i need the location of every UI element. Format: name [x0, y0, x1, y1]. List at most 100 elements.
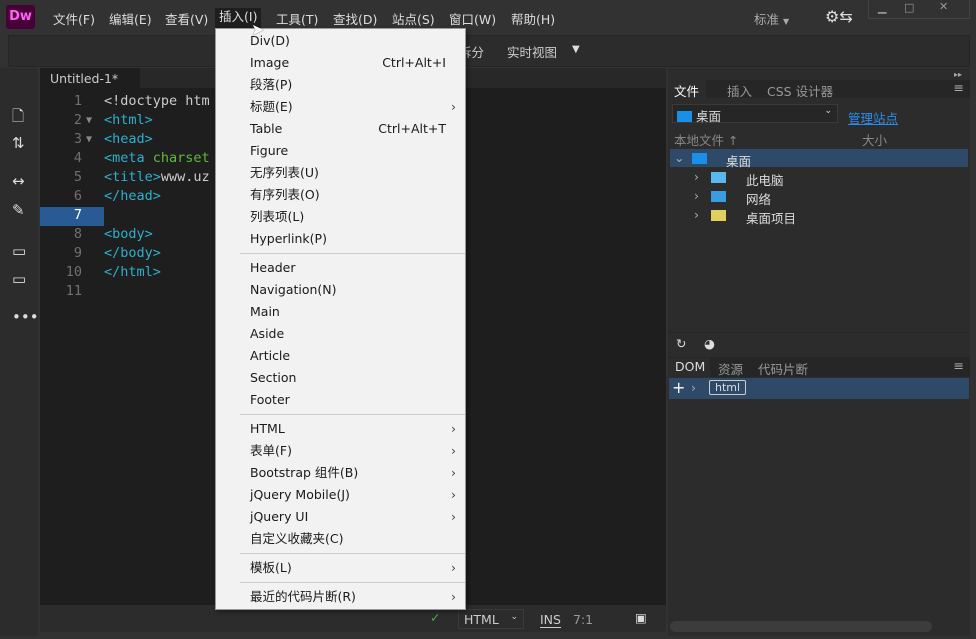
collapse-panels-icon[interactable]: ▸▸: [954, 70, 962, 79]
cursor-position: 7:1: [573, 612, 594, 627]
menu-item[interactable]: Figure: [250, 140, 462, 162]
live-view-button[interactable]: 实时视图: [507, 42, 557, 61]
menu-item[interactable]: 最近的代码片断(R) ›: [250, 586, 462, 608]
maximize-button[interactable]: □: [904, 1, 914, 14]
menu-item[interactable]: Div(D): [250, 30, 462, 52]
menu-item[interactable]: Aside: [250, 323, 462, 345]
document-tab[interactable]: Untitled-1* ×: [40, 68, 140, 101]
menu-8[interactable]: 帮助(H): [511, 9, 555, 28]
code-token: </html>: [104, 264, 161, 280]
dom-row[interactable]: + › html: [669, 378, 969, 399]
tree-item-label[interactable]: 桌面: [726, 151, 751, 170]
view-dropdown-icon[interactable]: ▼: [572, 44, 580, 55]
insert-mode[interactable]: INS: [540, 612, 561, 628]
dom-panel-menu-icon[interactable]: ≡: [954, 358, 964, 373]
open-documents-icon[interactable]: 🗋: [12, 106, 24, 131]
horizontal-scrollbar[interactable]: [670, 621, 932, 632]
menu-item[interactable]: Section: [250, 367, 462, 389]
menu-1[interactable]: 编辑(E): [109, 9, 152, 28]
menu-4[interactable]: 工具(T): [276, 9, 318, 28]
tab-css-designer[interactable]: CSS 设计器: [767, 81, 833, 100]
menu-item[interactable]: Footer: [250, 389, 462, 411]
submenu-arrow-icon: ›: [451, 560, 456, 575]
menu-2[interactable]: 查看(V): [165, 9, 208, 28]
file-management-icon[interactable]: ⇅: [12, 134, 25, 152]
menu-item[interactable]: 段落(P): [250, 74, 462, 96]
tree-item-label[interactable]: 桌面项目: [746, 208, 796, 227]
menu-item[interactable]: HTML ›: [250, 418, 462, 440]
menu-item[interactable]: Hyperlink(P): [250, 228, 462, 250]
minimize-button[interactable]: ▁: [878, 1, 886, 14]
menu-item[interactable]: 模板(L) ›: [250, 557, 462, 579]
menu-0[interactable]: 文件(F): [53, 9, 95, 28]
fold-icon[interactable]: ▼: [86, 134, 92, 145]
menu-5[interactable]: 查找(D): [333, 9, 377, 28]
dw-logo: Dw: [6, 5, 35, 29]
expand-icon[interactable]: ›: [691, 380, 696, 395]
close-window-button[interactable]: ✕: [939, 0, 948, 13]
workspace-switcher[interactable]: 标准 ▼: [754, 9, 789, 28]
tab-snippets[interactable]: 代码片断: [758, 359, 808, 378]
dom-node-html[interactable]: html: [709, 380, 747, 395]
submenu-arrow-icon: ›: [451, 589, 456, 604]
menu-item[interactable]: Table Ctrl+Alt+T: [250, 118, 462, 140]
manage-sites-link[interactable]: 管理站点: [848, 108, 898, 127]
more-tools-icon[interactable]: •••: [12, 308, 39, 326]
connect-remote-icon[interactable]: ◕: [704, 336, 715, 351]
menu-item[interactable]: 列表项(L): [250, 206, 462, 228]
menu-item[interactable]: Navigation(N): [250, 279, 462, 301]
menu-item[interactable]: 表单(F) ›: [250, 440, 462, 462]
add-element-icon[interactable]: +: [672, 378, 685, 397]
expand-icon[interactable]: ›: [694, 169, 699, 184]
code-line: <body>: [104, 226, 153, 242]
refresh-icon[interactable]: ↻: [676, 336, 686, 351]
menu-item-label: Main: [250, 304, 280, 319]
menu-item-label: Table: [250, 121, 283, 136]
column-size[interactable]: 大小: [862, 130, 887, 149]
code-token: <!doctype htm: [104, 93, 210, 109]
tree-item-label[interactable]: 网络: [746, 189, 771, 208]
menu-item[interactable]: 自定义收藏夹(C): [250, 528, 462, 550]
tab-insert[interactable]: 插入: [727, 81, 752, 100]
tab-assets[interactable]: 资源: [718, 359, 743, 378]
menu-item[interactable]: Header: [250, 257, 462, 279]
menu-item[interactable]: Article: [250, 345, 462, 367]
menu-item[interactable]: jQuery UI ›: [250, 506, 462, 528]
menu-item[interactable]: Bootstrap 组件(B) ›: [250, 462, 462, 484]
menu-item[interactable]: 标题(E) ›: [250, 96, 462, 118]
menu-item[interactable]: Image Ctrl+Alt+I: [250, 52, 462, 74]
menu-item[interactable]: 有序列表(O): [250, 184, 462, 206]
menu-item[interactable]: 无序列表(U): [250, 162, 462, 184]
document-toolbar: 拆分 实时视图 ▼: [8, 35, 970, 67]
sync-settings-icon[interactable]: ⚙⇆: [825, 7, 853, 26]
dom-tab-bar: [668, 357, 970, 377]
expand-all-icon[interactable]: ↔: [12, 172, 25, 190]
tree-item-label[interactable]: 此电脑: [746, 170, 784, 189]
site-select[interactable]: 桌面 ⌄: [672, 104, 838, 124]
format-source-icon[interactable]: ✎: [12, 201, 25, 219]
window-size-icon[interactable]: ▣: [635, 610, 647, 625]
code-token: charset: [152, 150, 210, 166]
menu-item-label: 有序列表(O): [250, 187, 320, 202]
menu-7[interactable]: 窗口(W): [449, 9, 496, 28]
menu-item[interactable]: jQuery Mobile(J) ›: [250, 484, 462, 506]
expand-icon[interactable]: ›: [694, 188, 699, 203]
submenu-arrow-icon: ›: [451, 509, 456, 524]
fold-icon[interactable]: ▼: [86, 115, 92, 126]
menu-item-label: Image: [250, 55, 290, 70]
expand-icon[interactable]: ›: [694, 207, 699, 222]
line-number: 2: [73, 112, 82, 128]
code-line: <html>: [104, 112, 153, 128]
menu-6[interactable]: 站点(S): [392, 9, 435, 28]
menu-item[interactable]: Main: [250, 301, 462, 323]
language-select[interactable]: HTML ⌄: [458, 609, 524, 629]
menu-item-label: Figure: [250, 143, 289, 158]
panel-menu-icon[interactable]: ≡: [954, 80, 964, 95]
tab-files[interactable]: 文件: [668, 80, 706, 99]
column-local-files[interactable]: 本地文件 ↑: [674, 130, 738, 149]
remove-comment-icon[interactable]: ▭: [12, 270, 26, 288]
collapse-icon[interactable]: ⌄: [674, 150, 684, 165]
code-token: </head>: [104, 188, 161, 204]
apply-comment-icon[interactable]: ▭: [12, 242, 26, 260]
tab-dom[interactable]: DOM: [668, 358, 710, 377]
